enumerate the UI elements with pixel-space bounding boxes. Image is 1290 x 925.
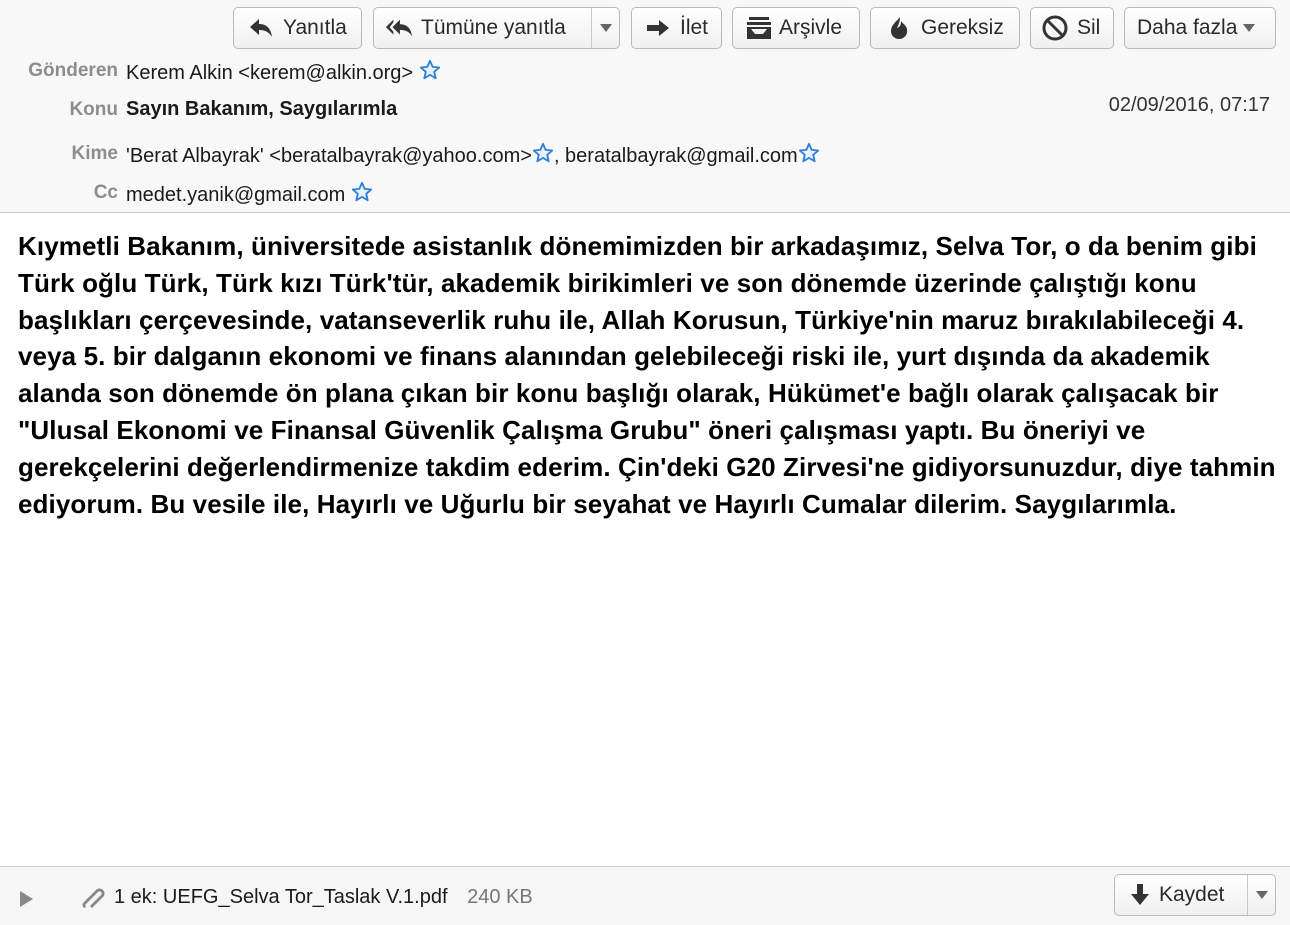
archive-icon — [745, 14, 773, 42]
cc-label: Cc — [93, 182, 118, 203]
reply-button[interactable]: Yanıtla — [233, 7, 362, 49]
subject-value: Sayın Bakanım, Saygılarımla — [126, 98, 398, 120]
to-recipient-2[interactable]: , beratalbayrak@gmail.com — [554, 145, 798, 167]
attachment-filename[interactable]: UEFG_Selva Tor_Taslak V.1.pdf — [163, 886, 448, 908]
delete-button[interactable]: Sil — [1030, 7, 1114, 49]
star-icon[interactable] — [351, 181, 373, 209]
expand-attachments-icon[interactable] — [20, 891, 33, 907]
junk-label: Gereksiz — [921, 16, 1004, 39]
junk-button[interactable]: Gereksiz — [870, 7, 1020, 49]
message-date: 02/09/2016, 07:17 — [1108, 94, 1270, 116]
chevron-down-icon — [599, 24, 612, 32]
star-icon[interactable] — [798, 142, 820, 170]
download-icon — [1129, 883, 1151, 907]
delete-label: Sil — [1077, 16, 1101, 39]
from-address[interactable]: Kerem Alkin <kerem@alkin.org> — [126, 62, 413, 84]
cc-value: medet.yanik@gmail.com — [126, 181, 373, 209]
archive-button[interactable]: Arşivle — [732, 7, 860, 49]
paperclip-icon — [80, 886, 108, 913]
cc-address[interactable]: medet.yanik@gmail.com — [126, 184, 345, 206]
reply-label: Yanıtla — [283, 16, 347, 39]
attachment-item[interactable]: 1 ek: UEFG_Selva Tor_Taslak V.1.pdf 240 … — [114, 886, 533, 909]
more-label: Daha fazla — [1137, 16, 1238, 39]
more-button[interactable]: Daha fazla — [1124, 7, 1276, 49]
save-dropdown[interactable] — [1247, 875, 1275, 915]
to-label: Kime — [71, 143, 118, 164]
star-icon[interactable] — [419, 59, 441, 87]
forward-label: İlet — [680, 16, 709, 39]
reply-all-label: Tümüne yanıtla — [421, 16, 566, 39]
save-label: Kaydet — [1159, 883, 1225, 906]
star-icon[interactable] — [532, 142, 554, 170]
attachment-size: 240 KB — [467, 886, 533, 908]
chevron-down-icon — [1243, 24, 1256, 32]
reply-all-dropdown[interactable] — [591, 8, 619, 48]
message-header: Yanıtla Tümüne yanıtla İlet Arşivle Gere… — [0, 0, 1290, 213]
from-label: Gönderen — [28, 60, 118, 81]
attachment-count: 1 ek: — [114, 886, 158, 908]
reply-all-icon — [385, 14, 413, 42]
save-attachment-button[interactable]: Kaydet — [1114, 874, 1276, 916]
reply-icon — [247, 14, 275, 42]
delete-icon — [1041, 14, 1069, 42]
from-value[interactable]: Kerem Alkin <kerem@alkin.org> — [126, 59, 441, 87]
chevron-down-icon — [1255, 891, 1268, 899]
reply-all-button[interactable]: Tümüne yanıtla — [373, 7, 620, 49]
to-recipient-1[interactable]: 'Berat Albayrak' <beratalbayrak@yahoo.co… — [126, 145, 532, 167]
junk-icon — [885, 14, 913, 42]
to-recipients: 'Berat Albayrak' <beratalbayrak@yahoo.co… — [126, 142, 820, 170]
forward-icon — [644, 14, 672, 42]
forward-button[interactable]: İlet — [631, 7, 722, 49]
attachment-bar: 1 ek: UEFG_Selva Tor_Taslak V.1.pdf 240 … — [0, 866, 1290, 925]
subject-label: Konu — [69, 99, 118, 120]
message-body: Kıymetli Bakanım, üniversitede asistanlı… — [18, 231, 1276, 519]
archive-label: Arşivle — [779, 16, 843, 39]
